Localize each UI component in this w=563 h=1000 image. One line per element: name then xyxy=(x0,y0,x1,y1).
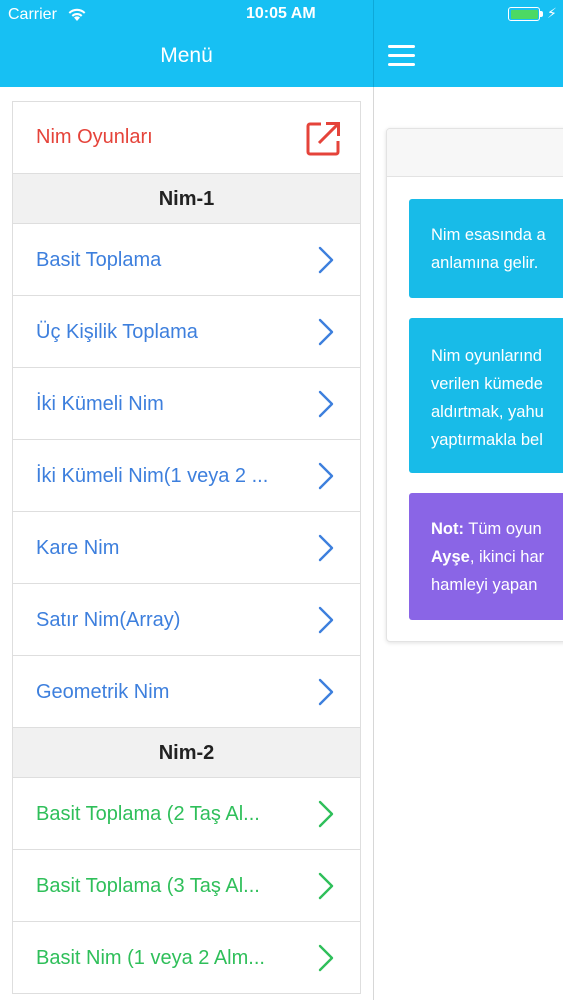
chevron-right-icon xyxy=(318,318,334,346)
charging-icon: ⚡ xyxy=(547,5,557,21)
split-divider xyxy=(373,0,374,1000)
chevron-right-icon xyxy=(318,872,334,900)
menu-item[interactable]: Basit Toplama xyxy=(13,224,360,296)
menu-panel: Nim Oyunları Nim-1 Basit Toplama Üç Kişili… xyxy=(0,87,373,1000)
menu-item-label: Üç Kişilik Toplama xyxy=(36,321,198,343)
chevron-right-icon xyxy=(318,246,334,274)
section-header-2: Nim-2 xyxy=(13,728,360,778)
menu-item[interactable]: Basit Toplama (2 Taş Al... xyxy=(13,778,360,850)
card-header xyxy=(387,129,563,177)
info-note-2: Nim oyunlarınd verilen kümede aldırtmak,… xyxy=(409,318,563,473)
info-note-1: Nim esasında a anlamına gelir. xyxy=(409,199,563,298)
wifi-icon xyxy=(68,8,86,21)
note-line: Ayşe, ikinci har xyxy=(431,543,563,571)
menu-item-label: İki Kümeli Nim xyxy=(36,393,164,415)
menu-item-label: İki Kümeli Nim(1 veya 2 ... xyxy=(36,465,269,487)
menu-item-label: Basit Toplama xyxy=(36,249,162,271)
chevron-right-icon xyxy=(318,390,334,418)
chevron-right-icon xyxy=(318,944,334,972)
split-divider-top xyxy=(373,0,374,87)
menu-item[interactable]: Satır Nim(Array) xyxy=(13,584,360,656)
note-line: Not: Tüm oyun xyxy=(431,515,563,543)
menu-item[interactable]: Üç Kişilik Toplama xyxy=(13,296,360,368)
menu-item-label: Basit Nim (1 veya 2 Alm... xyxy=(36,947,265,969)
note-line: verilen kümede xyxy=(431,375,543,393)
note-bold: Not: xyxy=(431,520,464,538)
chevron-right-icon xyxy=(318,800,334,828)
detail-card: Nim esasında a anlamına gelir. Nim oyunl… xyxy=(386,128,563,642)
chevron-right-icon xyxy=(318,606,334,634)
note-line: anlamına gelir. xyxy=(431,254,539,272)
menu-item[interactable]: Kare Nim xyxy=(13,512,360,584)
battery-level xyxy=(510,9,538,19)
hamburger-icon[interactable] xyxy=(388,45,415,67)
note-bold: Ayşe xyxy=(431,548,470,566)
battery-tip xyxy=(540,11,543,17)
menu-item-label: Kare Nim xyxy=(36,537,120,559)
status-time: 10:05 AM xyxy=(246,5,316,22)
menu-item-label: Satır Nim(Array) xyxy=(36,609,181,631)
menu-item-label: Basit Toplama (3 Taş Al... xyxy=(36,875,260,897)
note-line: yaptırmakla bel xyxy=(431,431,543,449)
menu-item-label: Basit Toplama (2 Taş Al... xyxy=(36,803,260,825)
carrier-label: Carrier xyxy=(8,6,57,23)
note-text: Tüm oyun xyxy=(463,520,542,538)
note-line: hamleyi yapan xyxy=(431,576,538,594)
menu-item[interactable]: Basit Nim (1 veya 2 Alm... xyxy=(13,922,360,994)
page-title: Menü xyxy=(160,44,213,67)
menu-header-nim-games[interactable]: Nim Oyunları xyxy=(13,102,360,174)
note-text: , ikinci har xyxy=(469,548,545,566)
menu-header-label: Nim Oyunları xyxy=(36,126,153,148)
battery-icon xyxy=(508,7,540,21)
external-link-icon[interactable] xyxy=(306,121,341,156)
chevron-right-icon xyxy=(318,678,334,706)
menu-item-label: Geometrik Nim xyxy=(36,681,170,703)
warning-note: Not: Tüm oyun Ayşe, ikinci har hamleyi y… xyxy=(409,493,563,620)
menu-item[interactable]: İki Kümeli Nim(1 veya 2 ... xyxy=(13,440,360,512)
chevron-right-icon xyxy=(318,534,334,562)
note-line: Nim esasında a xyxy=(431,226,546,244)
menu-item[interactable]: Basit Toplama (3 Taş Al... xyxy=(13,850,360,922)
menu-item[interactable]: İki Kümeli Nim xyxy=(13,368,360,440)
chevron-right-icon xyxy=(318,462,334,490)
section-header-1: Nim-1 xyxy=(13,174,360,224)
status-bar: Carrier 10:05 AM ⚡ xyxy=(0,0,563,30)
menu-item[interactable]: Geometrik Nim xyxy=(13,656,360,728)
menu-list: Nim Oyunları Nim-1 Basit Toplama Üç Kişili… xyxy=(12,101,361,994)
note-line: aldırtmak, yahu xyxy=(431,403,544,421)
note-line: Nim oyunlarınd xyxy=(431,347,542,365)
